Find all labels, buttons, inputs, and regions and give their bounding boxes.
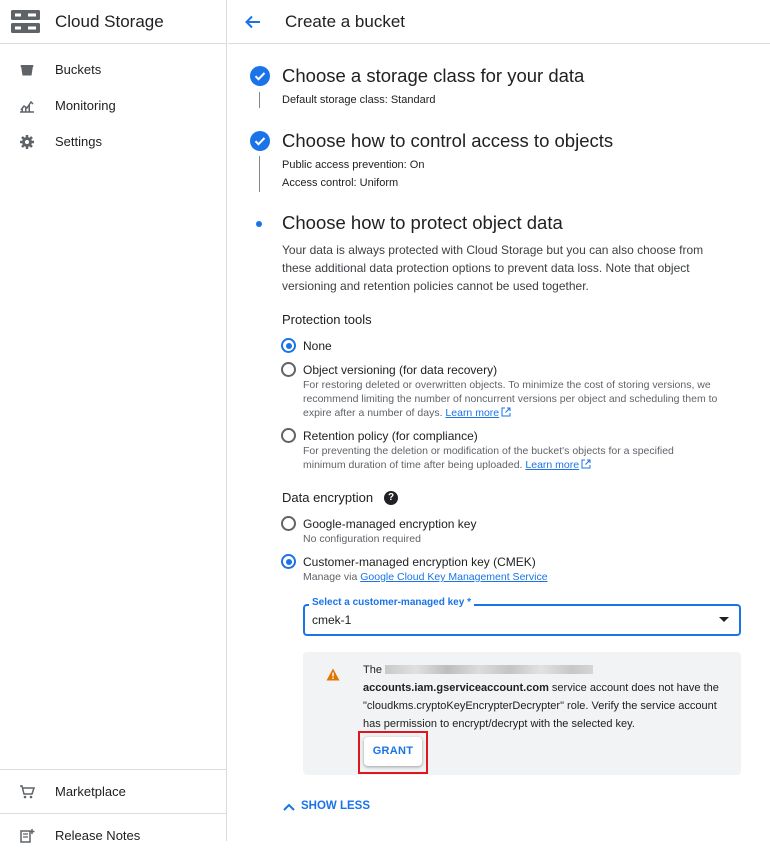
step-description: Your data is always protected with Cloud… bbox=[282, 243, 704, 293]
step-connector bbox=[259, 92, 260, 108]
bucket-icon bbox=[20, 65, 34, 76]
gear-icon bbox=[20, 135, 34, 149]
radio-label[interactable]: Customer-managed encryption key (CMEK) bbox=[303, 555, 536, 569]
back-arrow-icon[interactable] bbox=[243, 12, 263, 32]
sidebar-item-buckets[interactable]: Buckets bbox=[0, 52, 226, 88]
radio-help-text: Manage via Google Cloud Key Management S… bbox=[303, 570, 548, 584]
select-label: Select a customer-managed key * bbox=[309, 597, 474, 608]
page-header: Create a bucket bbox=[228, 0, 770, 44]
radio-help-text: No configuration required bbox=[303, 533, 421, 545]
check-circle-icon bbox=[250, 131, 270, 151]
chevron-up-icon bbox=[283, 803, 295, 811]
summary-key: Public access prevention: bbox=[282, 159, 407, 171]
radio-label[interactable]: Retention policy (for compliance) bbox=[303, 429, 478, 443]
step-connector bbox=[259, 156, 260, 192]
warning-message: The accounts.iam.gserviceaccount.com ser… bbox=[363, 661, 735, 733]
show-less-label: SHOW LESS bbox=[301, 800, 371, 812]
cloud-storage-logo-icon bbox=[11, 10, 40, 33]
sidebar: Cloud Storage Buckets Monitoring Setting… bbox=[0, 0, 227, 843]
divider bbox=[0, 769, 226, 770]
monitoring-icon bbox=[20, 100, 34, 113]
radio-none[interactable] bbox=[281, 338, 296, 353]
summary-key: Access control: bbox=[282, 177, 357, 189]
sidebar-item-label: Settings bbox=[55, 134, 102, 149]
radio-label[interactable]: Object versioning (for data recovery) bbox=[303, 363, 497, 377]
summary-value: Standard bbox=[390, 94, 436, 106]
radio-retention-policy[interactable] bbox=[281, 428, 296, 443]
step-summary: Default storage class: Standard bbox=[282, 94, 436, 106]
sidebar-item-label: Marketplace bbox=[55, 784, 126, 799]
release-notes-icon bbox=[20, 829, 35, 843]
check-circle-icon bbox=[250, 66, 270, 86]
dropdown-caret-icon[interactable] bbox=[719, 617, 729, 622]
sidebar-header: Cloud Storage bbox=[0, 0, 226, 44]
sidebar-item-release-notes[interactable]: Release Notes bbox=[0, 818, 226, 854]
radio-help-text: For restoring deleted or overwritten obj… bbox=[303, 378, 723, 420]
sidebar-item-label: Buckets bbox=[55, 62, 102, 77]
sidebar-item-settings[interactable]: Settings bbox=[0, 124, 226, 160]
sidebar-item-marketplace[interactable]: Marketplace bbox=[0, 774, 226, 810]
kms-link[interactable]: Google Cloud Key Management Service bbox=[360, 571, 547, 583]
step-title-access[interactable]: Choose how to control access to objects bbox=[282, 130, 613, 152]
sidebar-item-monitoring[interactable]: Monitoring bbox=[0, 88, 226, 124]
radio-label[interactable]: None bbox=[303, 339, 332, 353]
grant-button[interactable]: GRANT bbox=[364, 737, 422, 766]
step-summary: Public access prevention: On bbox=[282, 159, 424, 171]
help-text: Manage via bbox=[303, 571, 358, 583]
customer-managed-key-select[interactable] bbox=[303, 604, 741, 636]
warning-text-prefix: The bbox=[363, 664, 382, 676]
help-text: For preventing the deletion or modificat… bbox=[303, 445, 674, 471]
product-title: Cloud Storage bbox=[55, 12, 164, 31]
step-summary: Access control: Uniform bbox=[282, 177, 398, 189]
warning-icon bbox=[326, 668, 340, 681]
data-encryption-heading: Data encryption bbox=[282, 490, 374, 505]
select-value[interactable]: cmek-1 bbox=[312, 613, 351, 627]
external-link-icon bbox=[501, 407, 511, 417]
summary-key: Default storage class: bbox=[282, 94, 388, 106]
external-link-icon bbox=[581, 459, 591, 469]
protection-tools-heading: Protection tools bbox=[282, 312, 372, 327]
radio-label[interactable]: Google-managed encryption key bbox=[303, 517, 476, 531]
help-icon[interactable]: ? bbox=[384, 491, 398, 505]
radio-google-managed-key[interactable] bbox=[281, 516, 296, 531]
sidebar-item-label: Monitoring bbox=[55, 98, 116, 113]
summary-value: Uniform bbox=[359, 177, 399, 189]
radio-object-versioning[interactable] bbox=[281, 362, 296, 377]
divider bbox=[0, 813, 226, 814]
step-title-storage-class[interactable]: Choose a storage class for your data bbox=[282, 65, 584, 87]
cart-icon bbox=[20, 785, 35, 799]
active-step-dot bbox=[256, 221, 262, 227]
redacted-service-account bbox=[385, 665, 594, 674]
service-account-domain: accounts.iam.gserviceaccount.com bbox=[363, 682, 549, 694]
radio-cmek[interactable] bbox=[281, 554, 296, 569]
learn-more-link[interactable]: Learn more bbox=[525, 459, 579, 471]
learn-more-link[interactable]: Learn more bbox=[445, 407, 499, 419]
radio-help-text: For preventing the deletion or modificat… bbox=[303, 444, 713, 472]
page-title: Create a bucket bbox=[285, 12, 406, 31]
step-title-protect[interactable]: Choose how to protect object data bbox=[282, 212, 563, 234]
summary-value: On bbox=[409, 159, 425, 171]
